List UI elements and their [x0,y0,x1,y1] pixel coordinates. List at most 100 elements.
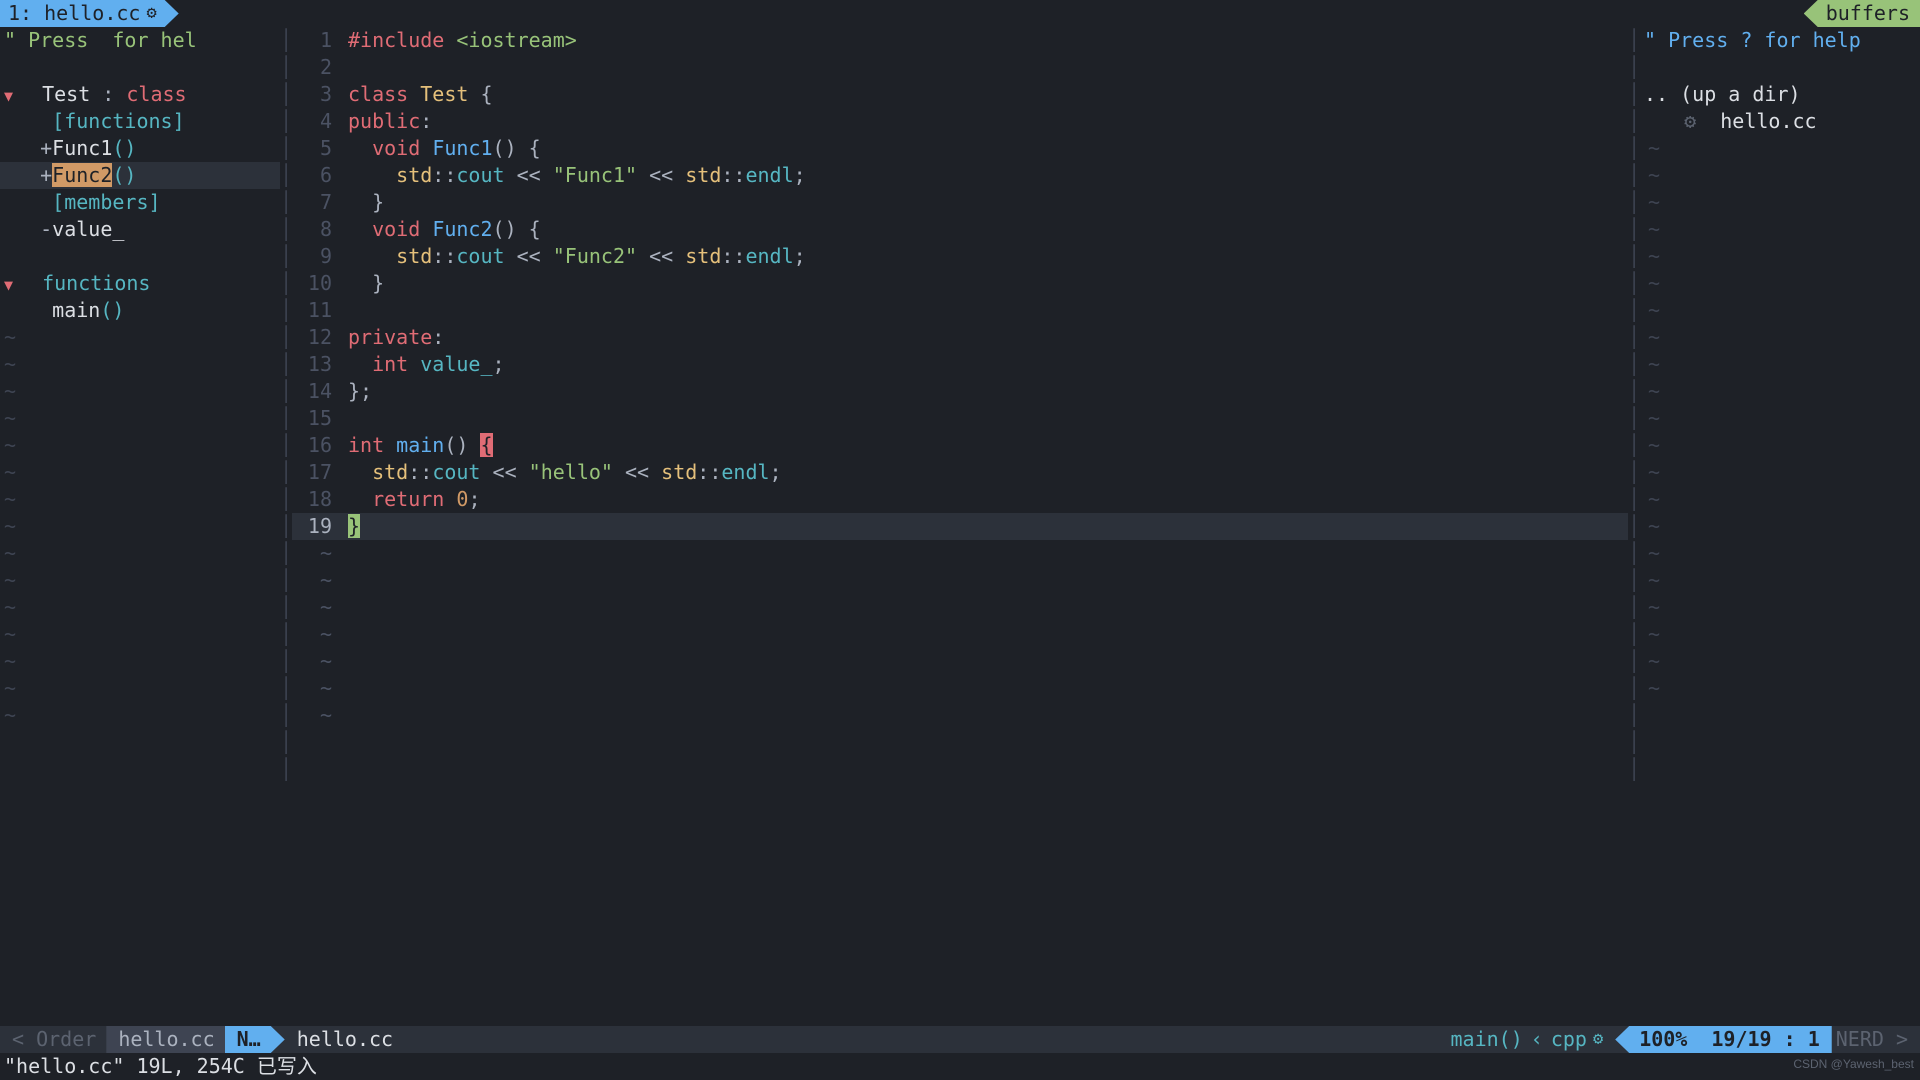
code-content: }; [342,378,1628,405]
line-number: 17 [292,459,342,486]
nerd-root[interactable]: ⚙ hello.cc~~~~~~~~~~~~~~~~~~~~~ [1640,108,1920,135]
command-line-text: "hello.cc" 19L, 254C 已写入 [4,1053,317,1080]
code-line[interactable]: 7 } [292,189,1628,216]
status-filetype: cpp [1551,1026,1587,1053]
cpp-icon: ⚙ [1684,109,1696,133]
status-line-col: 19/19 : 1 [1711,1026,1819,1053]
chevron-left-icon: ‹ [1523,1026,1551,1053]
line-number: 9 [292,243,342,270]
empty-line: ~ [0,378,280,405]
watermark: CSDN @Yawesh_best [1793,1051,1914,1078]
tabline: 1: hello.cc ⚙ buffers [0,0,1920,27]
code-line[interactable]: 8 void Func2() { [292,216,1628,243]
empty-line: ~ [0,324,280,351]
buffers-tab[interactable]: buffers [1804,0,1920,27]
status-nerd-label: NERD [1836,1026,1884,1053]
empty-line: ~ [1644,567,1920,594]
tagbar-functions-label[interactable]: [functions] [0,108,280,135]
status-file-label: hello.cc [297,1026,393,1053]
status-percent: 100% [1639,1026,1687,1053]
code-content: int value_; [342,351,1628,378]
tagbar-pane[interactable]: " Press for hel ▼ Test : class [function… [0,27,280,1026]
tagbar-main[interactable]: main() [0,297,280,324]
cpp-icon: ⚙ [146,0,156,27]
tagbar-functions-section[interactable]: ▼ functions [0,270,280,297]
code-line[interactable]: 3class Test { [292,81,1628,108]
status-position: 100% 19/19 : 1 [1615,1026,1832,1053]
statusline: < Order hello.cc N… hello.cc main() ‹ cp… [0,1026,1920,1053]
line-number: 16 [292,432,342,459]
code-line[interactable]: 9 std::cout << "Func2" << std::endl; [292,243,1628,270]
empty-line: ~ [1644,216,1920,243]
code-line[interactable]: 18 return 0; [292,486,1628,513]
empty-line: ~ [0,486,280,513]
empty-line: ~ [1644,324,1920,351]
code-content [342,54,1628,81]
code-line[interactable]: 1#include <iostream> [292,27,1628,54]
status-nerd: NERD > [1824,1026,1920,1053]
code-line[interactable]: 17 std::cout << "hello" << std::endl; [292,459,1628,486]
code-content: #include <iostream> [342,27,1628,54]
tagbar-func2[interactable]: +Func2() [0,162,280,189]
code-content: return 0; [342,486,1628,513]
code-line[interactable]: 4public: [292,108,1628,135]
code-content: } [342,513,1628,540]
empty-line: ~ [0,459,280,486]
empty-line: ~ [1644,351,1920,378]
code-line[interactable]: 5 void Func1() { [292,135,1628,162]
code-content: private: [342,324,1628,351]
line-number: 10 [292,270,342,297]
empty-line: ~ [1644,621,1920,648]
code-content: std::cout << "Func1" << std::endl; [342,162,1628,189]
line-number: 7 [292,189,342,216]
tagbar-class[interactable]: ▼ Test : class [0,81,280,108]
code-line[interactable]: 16int main() { [292,432,1628,459]
code-line[interactable]: 14}; [292,378,1628,405]
empty-line: ~ [0,702,280,729]
code-line[interactable]: 12private: [292,324,1628,351]
line-number: 3 [292,81,342,108]
tagbar-func1[interactable]: +Func1() [0,135,280,162]
empty-line: ~ [292,621,1628,648]
command-line[interactable]: "hello.cc" 19L, 254C 已写入 [0,1053,1920,1080]
empty-line: ~ [1644,162,1920,189]
line-number: 6 [292,162,342,189]
code-content [342,297,1628,324]
empty-line: ~ [1644,270,1920,297]
code-line[interactable]: 13 int value_; [292,351,1628,378]
triangle-down-icon: ▼ [4,83,18,110]
empty-line: ~ [1644,243,1920,270]
code-line[interactable]: 6 std::cout << "Func1" << std::endl; [292,162,1628,189]
code-line[interactable]: 19} [292,513,1628,540]
empty-line: ~ [1644,405,1920,432]
line-number: 5 [292,135,342,162]
empty-line: ~ [0,432,280,459]
code-line[interactable]: 11 [292,297,1628,324]
code-content: std::cout << "hello" << std::endl; [342,459,1628,486]
filetree-pane[interactable]: " Press ? for help .. (up a dir) ⚙ hello… [1640,27,1920,1026]
nerd-file[interactable]: ⚙ hello.cc [1644,108,1920,135]
nerd-updir[interactable]: .. (up a dir) [1640,81,1920,108]
vertical-separator: ││││││││││││││││││││││││││││ [1628,27,1640,1026]
code-content: public: [342,108,1628,135]
code-line[interactable]: 2 [292,54,1628,81]
empty-line: ~ [1644,675,1920,702]
empty-line: ~ [0,567,280,594]
status-file: hello.cc [285,1026,405,1053]
line-number: 4 [292,108,342,135]
tab-current[interactable]: 1: hello.cc ⚙ [0,0,179,27]
empty-line: ~ [1644,594,1920,621]
code-line[interactable]: 15 [292,405,1628,432]
code-content: int main() { [342,432,1628,459]
code-line[interactable]: 10 } [292,270,1628,297]
code-content: } [342,189,1628,216]
tagbar-members-label[interactable]: [members] [0,189,280,216]
empty-line: ~ [0,351,280,378]
editor-pane[interactable]: 1#include <iostream>23class Test {4publi… [292,27,1628,1026]
line-number: 1 [292,27,342,54]
code-content: class Test { [342,81,1628,108]
tagbar-member[interactable]: -value_ [0,216,280,243]
nerd-help: " Press ? for help [1640,27,1920,54]
line-number: 19 [292,513,342,540]
status-mode: N… [225,1026,285,1053]
